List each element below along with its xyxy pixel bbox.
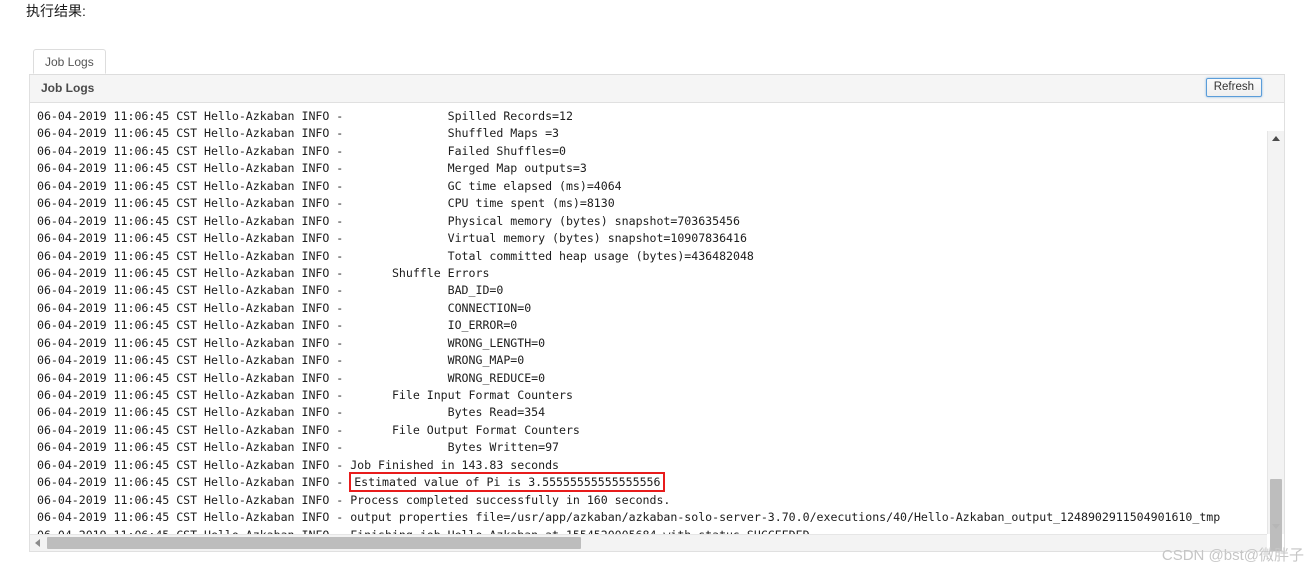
log-line: 06-04-2019 11:06:45 CST Hello-Azkaban IN… bbox=[37, 143, 566, 158]
horizontal-scrollbar-thumb[interactable] bbox=[47, 537, 581, 549]
tab-job-logs[interactable]: Job Logs bbox=[33, 49, 106, 74]
scroll-left-arrow-icon[interactable] bbox=[30, 535, 45, 551]
log-line: 06-04-2019 11:06:45 CST Hello-Azkaban IN… bbox=[37, 196, 615, 211]
log-line: 06-04-2019 11:06:45 CST Hello-Azkaban IN… bbox=[37, 527, 1220, 535]
log-line: 06-04-2019 11:06:45 CST Hello-Azkaban IN… bbox=[37, 510, 1221, 525]
scroll-up-arrow-icon[interactable] bbox=[1268, 131, 1284, 146]
panel-header: Job Logs Refresh bbox=[30, 75, 1284, 103]
horizontal-scrollbar[interactable] bbox=[30, 534, 1267, 551]
vertical-scrollbar[interactable] bbox=[1267, 131, 1284, 551]
tab-strip: Job Logs bbox=[29, 49, 1285, 75]
scroll-down-arrow-icon[interactable] bbox=[1268, 519, 1284, 534]
refresh-button[interactable]: Refresh bbox=[1205, 78, 1262, 97]
panel-header-title: Job Logs bbox=[41, 81, 95, 95]
log-line: 06-04-2019 11:06:45 CST Hello-Azkaban IN… bbox=[37, 440, 560, 455]
log-viewport: 06-04-2019 11:06:45 CST Hello-Azkaban IN… bbox=[30, 103, 1284, 551]
vertical-scrollbar-thumb[interactable] bbox=[1270, 479, 1282, 551]
log-line-prefix: 06-04-2019 11:06:45 CST Hello-Azkaban IN… bbox=[37, 475, 351, 490]
job-logs-panel: Job Logs Refresh 06-04-2019 11:06:45 CST… bbox=[29, 75, 1285, 552]
highlight-box: Estimated value of Pi is 3.5555555555555… bbox=[349, 472, 666, 493]
log-line: 06-04-2019 11:06:45 CST Hello-Azkaban IN… bbox=[37, 178, 622, 193]
log-line: 06-04-2019 11:06:45 CST Hello-Azkaban IN… bbox=[37, 353, 525, 368]
log-line: 06-04-2019 11:06:45 CST Hello-Azkaban IN… bbox=[37, 405, 546, 420]
page-title: 执行结果: bbox=[26, 3, 86, 19]
log-line: 06-04-2019 11:06:45 CST Hello-Azkaban IN… bbox=[37, 265, 490, 280]
log-line: 06-04-2019 11:06:45 CST Hello-Azkaban IN… bbox=[37, 492, 671, 507]
log-line: 06-04-2019 11:06:45 CST Hello-Azkaban IN… bbox=[37, 300, 532, 315]
log-lines-container: 06-04-2019 11:06:45 CST Hello-Azkaban IN… bbox=[37, 108, 1220, 534]
log-line: 06-04-2019 11:06:45 CST Hello-Azkaban IN… bbox=[37, 161, 587, 176]
log-line: 06-04-2019 11:06:45 CST Hello-Azkaban IN… bbox=[37, 335, 546, 350]
log-line: 06-04-2019 11:06:45 CST Hello-Azkaban IN… bbox=[37, 109, 573, 123]
log-output-area[interactable]: 06-04-2019 11:06:45 CST Hello-Azkaban IN… bbox=[30, 103, 1267, 534]
log-line-highlighted: 06-04-2019 11:06:45 CST Hello-Azkaban IN… bbox=[37, 472, 1220, 493]
log-line: 06-04-2019 11:06:45 CST Hello-Azkaban IN… bbox=[37, 318, 518, 333]
log-line: 06-04-2019 11:06:45 CST Hello-Azkaban IN… bbox=[37, 213, 740, 228]
log-line: 06-04-2019 11:06:45 CST Hello-Azkaban IN… bbox=[37, 457, 560, 472]
log-line: 06-04-2019 11:06:45 CST Hello-Azkaban IN… bbox=[37, 231, 747, 246]
log-line: 06-04-2019 11:06:45 CST Hello-Azkaban IN… bbox=[37, 388, 573, 402]
log-line: 06-04-2019 11:06:45 CST Hello-Azkaban IN… bbox=[37, 370, 546, 385]
log-line: 06-04-2019 11:06:45 CST Hello-Azkaban IN… bbox=[37, 283, 504, 298]
log-line: 06-04-2019 11:06:45 CST Hello-Azkaban IN… bbox=[37, 126, 560, 141]
log-line: 06-04-2019 11:06:45 CST Hello-Azkaban IN… bbox=[37, 248, 754, 263]
log-line: 06-04-2019 11:06:45 CST Hello-Azkaban IN… bbox=[37, 422, 580, 437]
